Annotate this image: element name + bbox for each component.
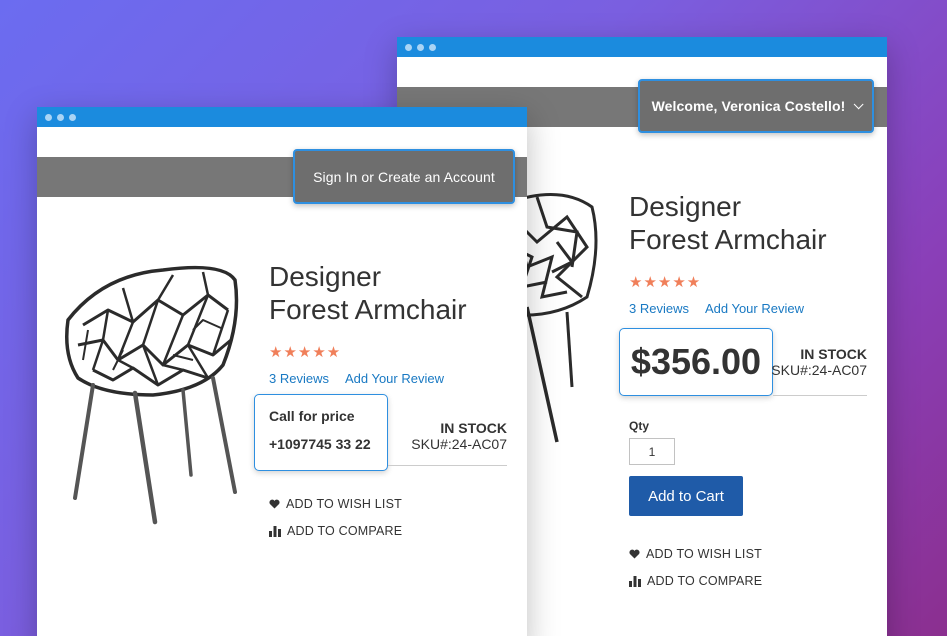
heart-icon xyxy=(629,549,640,559)
window-control-dot[interactable] xyxy=(69,113,76,121)
reviews-count-link[interactable]: 3 Reviews xyxy=(629,301,689,316)
wishlist-label: ADD TO WISH LIST xyxy=(286,497,402,511)
add-review-link[interactable]: Add Your Review xyxy=(705,301,804,316)
sign-in-link[interactable]: Sign In or Create an Account xyxy=(293,149,515,204)
call-for-price-box: Call for price +1097745 33 22 xyxy=(254,394,388,471)
window-control-dot[interactable] xyxy=(405,43,412,51)
product-title-line1: Designer xyxy=(269,261,382,292)
divider xyxy=(773,395,867,396)
stock-status: IN STOCK xyxy=(440,420,507,436)
reviews-count-link[interactable]: 3 Reviews xyxy=(269,371,329,386)
qty-input[interactable] xyxy=(629,438,675,465)
customer-welcome-label: Welcome, Veronica Costello! xyxy=(651,98,846,114)
guest-store-window: Sign In or Create an Account Designer Fo… xyxy=(37,107,527,636)
product-title-line2: Forest Armchair xyxy=(269,294,467,325)
chevron-down-icon xyxy=(854,98,864,109)
add-to-cart-button[interactable]: Add to Cart xyxy=(629,476,743,516)
reviews-links: 3 Reviews Add Your Review xyxy=(269,371,444,386)
product-title-line2: Forest Armchair xyxy=(629,224,827,255)
window-control-dot[interactable] xyxy=(417,43,424,51)
stock-info: IN STOCK SKU#:24-AC07 xyxy=(411,420,507,452)
compare-label: ADD TO COMPARE xyxy=(287,524,403,538)
window-control-dot[interactable] xyxy=(429,43,436,51)
bar-chart-icon xyxy=(269,525,281,537)
call-for-price-label: Call for price xyxy=(269,408,355,424)
rating-stars: ★★★★★ xyxy=(269,344,342,361)
product-sku: SKU#:24-AC07 xyxy=(771,362,867,378)
add-review-link[interactable]: Add Your Review xyxy=(345,371,444,386)
bar-chart-icon xyxy=(629,575,641,587)
sign-in-label: Sign In or Create an Account xyxy=(313,168,495,185)
product-title: Designer Forest Armchair xyxy=(269,260,467,326)
add-to-compare-link[interactable]: ADD TO COMPARE xyxy=(629,574,762,588)
add-to-compare-link[interactable]: ADD TO COMPARE xyxy=(269,524,402,538)
product-title: Designer Forest Armchair xyxy=(629,190,827,256)
divider xyxy=(388,465,507,466)
product-image-chair[interactable] xyxy=(63,260,243,525)
product-price: $356.00 xyxy=(630,341,762,382)
add-to-wishlist-link[interactable]: ADD TO WISH LIST xyxy=(269,497,402,511)
price-box: $356.00 xyxy=(619,328,773,396)
wishlist-label: ADD TO WISH LIST xyxy=(646,547,762,561)
add-to-wishlist-link[interactable]: ADD TO WISH LIST xyxy=(629,547,762,561)
stock-info: IN STOCK SKU#:24-AC07 xyxy=(771,346,867,378)
product-title-line1: Designer xyxy=(629,191,742,222)
rating-stars: ★★★★★ xyxy=(629,274,702,291)
window-titlebar xyxy=(37,107,527,127)
phone-number[interactable]: +1097745 33 22 xyxy=(269,436,387,452)
reviews-links: 3 Reviews Add Your Review xyxy=(629,301,804,316)
heart-icon xyxy=(269,499,280,509)
window-control-dot[interactable] xyxy=(45,113,52,121)
compare-label: ADD TO COMPARE xyxy=(647,574,763,588)
product-sku: SKU#:24-AC07 xyxy=(411,436,507,452)
window-control-dot[interactable] xyxy=(57,113,64,121)
stock-status: IN STOCK xyxy=(800,346,867,362)
window-titlebar xyxy=(397,37,887,57)
customer-welcome-menu[interactable]: Welcome, Veronica Costello! xyxy=(638,79,874,133)
qty-label: Qty xyxy=(629,419,650,433)
